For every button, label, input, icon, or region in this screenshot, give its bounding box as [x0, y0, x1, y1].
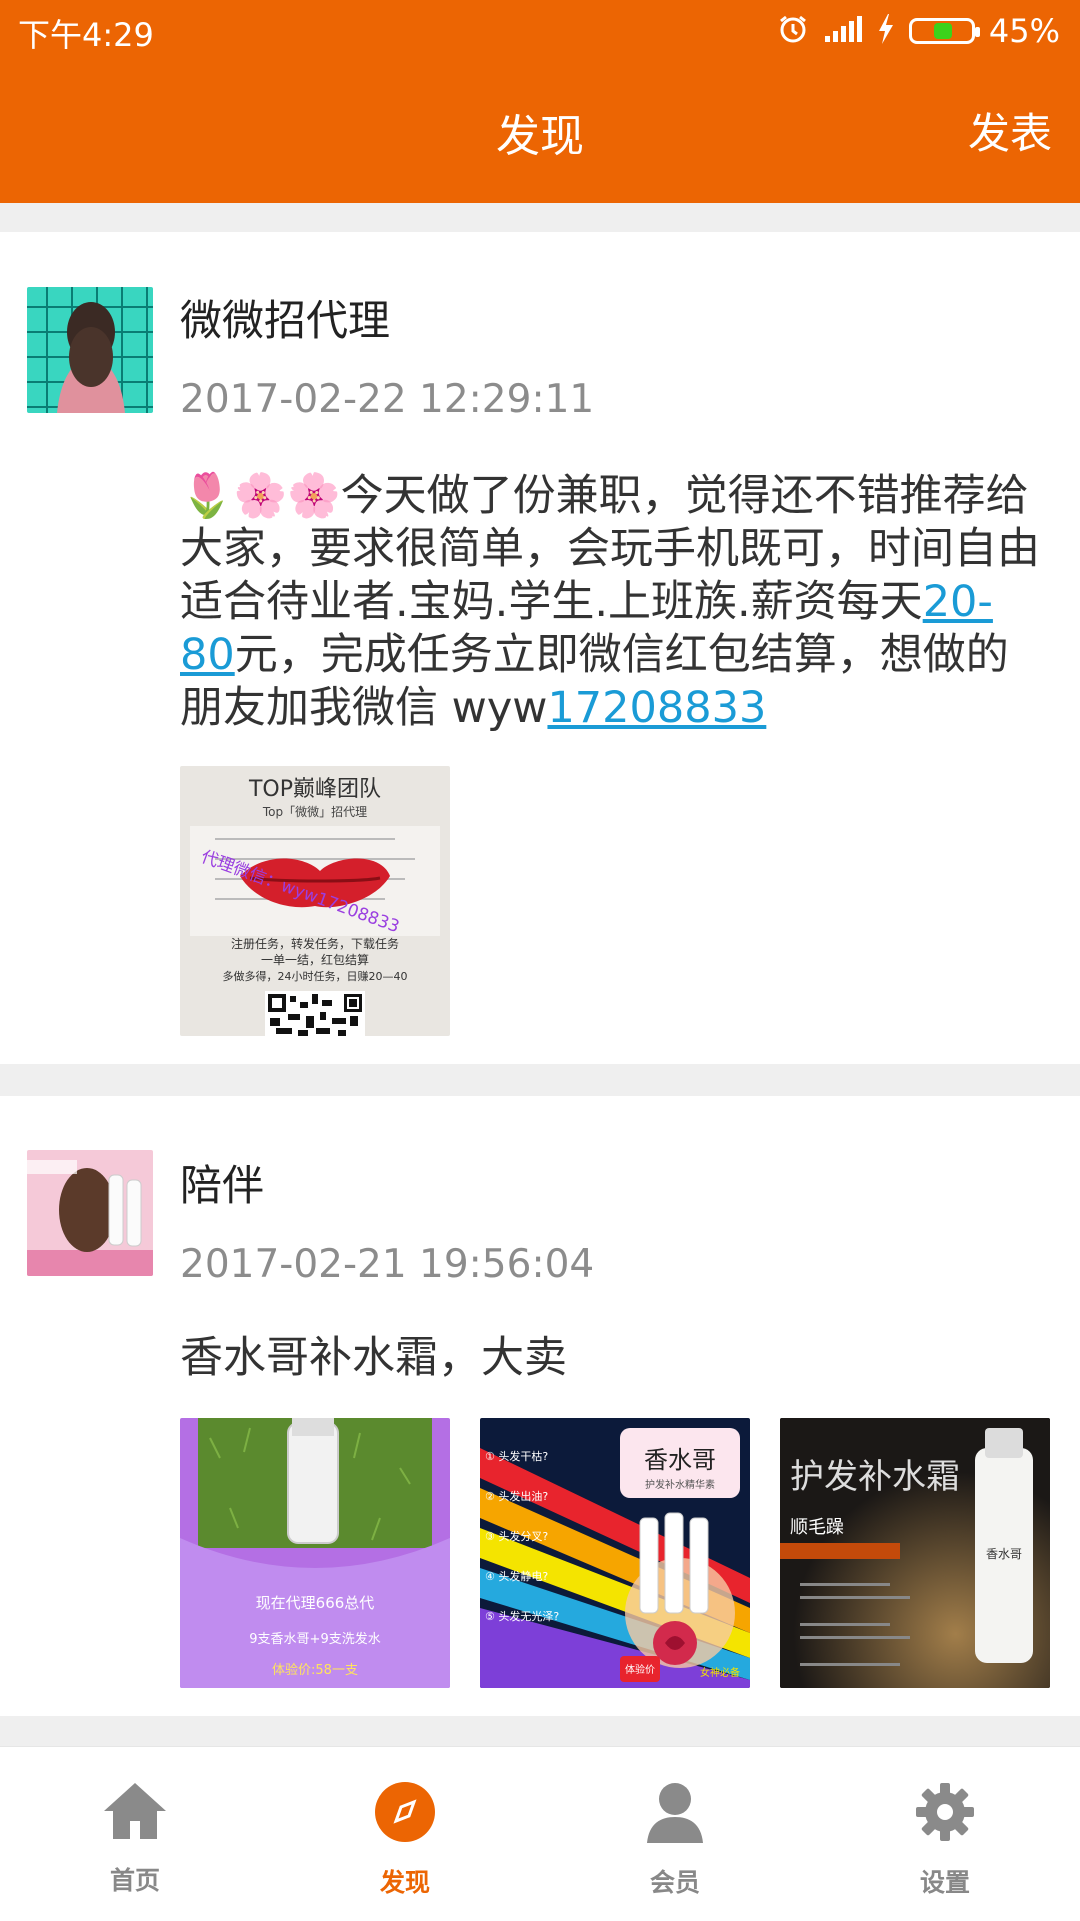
flower-emoji-icon: 🌸🌸 [233, 471, 341, 521]
compass-icon [374, 1782, 436, 1849]
status-time: 下午4:29 [18, 16, 154, 54]
post-content: 香水哥补水霜，大卖 [180, 1333, 567, 1383]
image-line: 一单一结，红包结算 [261, 952, 369, 967]
post-username[interactable]: 陪伴 [180, 1152, 264, 1213]
image-badge: 女神必备 [700, 1666, 740, 1679]
publish-button[interactable]: 发表 [968, 100, 1052, 161]
image-brand: 香水哥 [986, 1547, 1022, 1561]
nav-item-settings[interactable]: 设置 [810, 1781, 1080, 1899]
gear-icon [914, 1783, 976, 1849]
image-line: 多做多得，24小时任务，日赚20—40 [223, 969, 408, 983]
image-subtitle: Top「微微」招代理 [262, 805, 367, 819]
nav-label-member: 会员 [649, 1868, 700, 1897]
image-subtitle: 护发补水精华素 [645, 1478, 715, 1491]
battery-percent: 45% [988, 12, 1060, 50]
qr-code-icon [265, 991, 365, 1036]
nav-label-discover: 发现 [379, 1868, 430, 1897]
image-item: ④ 头发静电? [485, 1569, 548, 1583]
image-tag: 体验价 [625, 1663, 655, 1676]
image-item: ② 头发出油? [485, 1489, 548, 1503]
post-image[interactable]: 现在代理666总代 9支香水哥+9支洗发水 体验价:58一支 [180, 1418, 450, 1688]
post-image[interactable]: 护发补水霜 顺毛躁 香水哥 [780, 1418, 1050, 1688]
post-username[interactable]: 微微招代理 [180, 287, 390, 348]
image-subtitle: 顺毛躁 [790, 1517, 844, 1538]
image-item: ③ 头发分叉? [485, 1529, 548, 1543]
post-image[interactable]: TOP巅峰团队 Top「微微」招代理 代理微信：wyw17208833 注册任务… [180, 766, 450, 1036]
nav-item-member[interactable]: 会员 [540, 1781, 810, 1899]
status-bar: 下午4:29 45% [0, 0, 1080, 62]
nav-label-home: 首页 [109, 1866, 160, 1895]
image-item: ① 头发干枯? [485, 1449, 548, 1463]
charging-icon [877, 13, 895, 49]
nav-item-home[interactable]: 首页 [0, 1781, 270, 1897]
page-title: 发现 [496, 111, 584, 162]
post-content: 🌷🌸🌸今天做了份兼职，觉得还不错推荐给大家，要求很简单，会玩手机既可，时间自由适… [180, 470, 1040, 735]
signal-icon [823, 14, 863, 48]
image-line: 体验价:58一支 [272, 1662, 358, 1678]
nav-label-settings: 设置 [919, 1868, 970, 1897]
image-title: TOP巅峰团队 [248, 777, 381, 802]
avatar[interactable] [27, 1150, 153, 1276]
image-brand: 香水哥 [644, 1446, 716, 1474]
phone-link[interactable]: 17208833 [547, 683, 766, 733]
status-icons: 45% [777, 10, 1060, 52]
post-timestamp: 2017-02-21 19:56:04 [180, 1242, 595, 1287]
user-icon [645, 1783, 705, 1849]
home-icon [102, 1783, 168, 1847]
avatar[interactable] [27, 287, 153, 413]
alarm-icon [777, 13, 809, 49]
bottom-nav: 首页 发现 会员 设置 [0, 1746, 1080, 1921]
image-line: 9支香水哥+9支洗发水 [249, 1631, 380, 1647]
post-image[interactable]: 香水哥 护发补水精华素 ① 头发干枯? ② 头发出油? ③ 头发分叉? ④ 头发… [480, 1418, 750, 1688]
app-header: 下午4:29 45% 发现 发表 [0, 0, 1080, 203]
nav-item-discover[interactable]: 发现 [270, 1781, 540, 1899]
image-line: 现在代理666总代 [256, 1594, 375, 1612]
tulip-emoji-icon: 🌷 [180, 471, 234, 521]
image-item: ⑤ 头发无光泽? [485, 1609, 559, 1623]
image-title: 护发补水霜 [790, 1457, 960, 1497]
post-card: 陪伴 2017-02-21 19:56:04 香水哥补水霜，大卖 现在代理666… [0, 1096, 1080, 1716]
post-timestamp: 2017-02-22 12:29:11 [180, 377, 595, 422]
post-card: 微微招代理 2017-02-22 12:29:11 🌷🌸🌸今天做了份兼职，觉得还… [0, 232, 1080, 1064]
battery-level [933, 23, 952, 39]
battery-icon [908, 18, 980, 44]
image-line: 注册任务，转发任务，下载任务 [231, 936, 399, 951]
